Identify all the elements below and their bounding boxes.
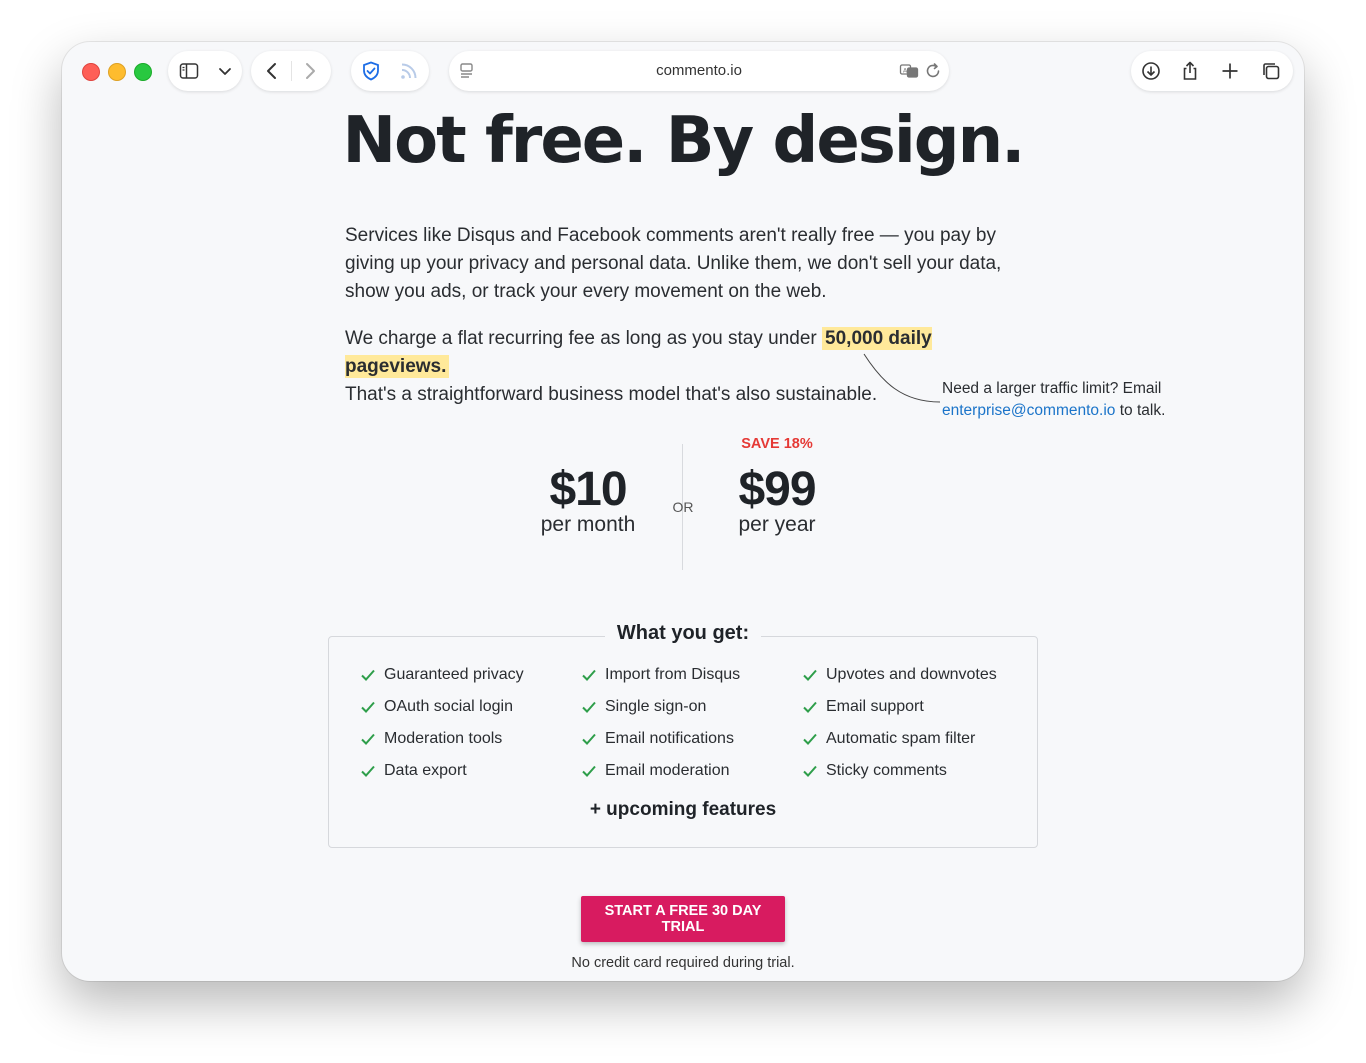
history-nav-group — [251, 51, 331, 91]
check-icon — [361, 669, 375, 681]
check-icon — [803, 733, 817, 745]
features-title-wrap: What you get: — [62, 622, 1304, 645]
feature-item: Email support — [803, 698, 924, 716]
feature-label: Guaranteed privacy — [384, 666, 524, 683]
feature-label: Email support — [826, 698, 924, 715]
nav-divider — [291, 61, 292, 81]
save-badge: SAVE 18% — [741, 436, 813, 452]
check-icon — [361, 765, 375, 777]
feature-item: OAuth social login — [361, 698, 513, 716]
feature-item: Guaranteed privacy — [361, 666, 524, 684]
enterprise-callout: Need a larger traffic limit? Email enter… — [942, 378, 1202, 422]
check-icon — [803, 701, 817, 713]
reload-icon[interactable] — [923, 61, 943, 81]
start-trial-button[interactable]: START A FREE 30 DAY TRIAL — [581, 896, 785, 942]
shield-icon[interactable] — [361, 61, 381, 81]
pricing-paragraph-post: That's a straightforward business model … — [345, 384, 878, 405]
toolbar-actions — [1131, 51, 1293, 91]
feature-label: Sticky comments — [826, 762, 947, 779]
feature-label: OAuth social login — [384, 698, 513, 715]
rss-icon[interactable] — [399, 61, 419, 81]
feature-item: Automatic spam filter — [803, 730, 976, 748]
feature-item: Email moderation — [582, 762, 730, 780]
download-icon[interactable] — [1141, 61, 1161, 81]
extensions-group — [351, 51, 429, 91]
pricing-paragraph-pre: We charge a flat recurring fee as long a… — [345, 328, 823, 349]
close-window-button[interactable] — [82, 63, 100, 81]
callout-connector-line — [863, 353, 941, 403]
feature-label: Email moderation — [605, 762, 730, 779]
share-icon[interactable] — [1180, 61, 1200, 81]
feature-label: Automatic spam filter — [826, 730, 976, 747]
check-icon — [582, 701, 596, 713]
features-title: What you get: — [604, 622, 762, 644]
feature-item: Single sign-on — [582, 698, 707, 716]
yearly-price: $99 per year — [677, 462, 877, 537]
feature-item: Upvotes and downvotes — [803, 666, 997, 684]
monthly-label: per month — [540, 513, 636, 536]
tab-overview-icon[interactable] — [1261, 61, 1281, 81]
feature-item: Email notifications — [582, 730, 734, 748]
zoom-window-button[interactable] — [134, 63, 152, 81]
upcoming-features: + upcoming features — [589, 799, 777, 820]
feature-label: Data export — [384, 762, 467, 779]
check-icon — [361, 701, 375, 713]
forward-icon[interactable] — [300, 61, 320, 81]
chevron-down-icon[interactable] — [215, 61, 235, 81]
feature-label: Import from Disqus — [605, 666, 741, 683]
callout-text-post: to talk. — [1115, 402, 1166, 419]
intro-paragraph: Services like Disqus and Facebook commen… — [345, 225, 1002, 302]
minimize-window-button[interactable] — [108, 63, 126, 81]
monthly-price: $10 per month — [488, 462, 688, 537]
feature-item: Import from Disqus — [582, 666, 741, 684]
feature-label: Moderation tools — [384, 730, 503, 747]
sidebar-toggle-group — [168, 51, 242, 91]
yearly-amount: $99 — [738, 463, 816, 516]
address-url: commento.io — [656, 62, 742, 79]
no-credit-card-note: No credit card required during trial. — [571, 955, 795, 971]
feature-item: Sticky comments — [803, 762, 947, 780]
check-icon — [803, 765, 817, 777]
check-icon — [803, 669, 817, 681]
monthly-amount: $10 — [549, 463, 627, 516]
feature-label: Upvotes and downvotes — [826, 666, 997, 683]
feature-label: Single sign-on — [605, 698, 707, 715]
feature-item: Data export — [361, 762, 467, 780]
translate-icon[interactable]: A — [899, 61, 919, 81]
page-headline: Not free. By design. — [342, 104, 1026, 178]
browser-window: commento.io A Not free. By design. Servi… — [62, 42, 1304, 981]
feature-label: Email notifications — [605, 730, 734, 747]
feature-item: Moderation tools — [361, 730, 503, 748]
check-icon — [361, 733, 375, 745]
check-icon — [582, 669, 596, 681]
check-icon — [582, 733, 596, 745]
sidebar-icon[interactable] — [179, 61, 199, 81]
enterprise-email-link[interactable]: enterprise@commento.io — [942, 402, 1115, 419]
address-bar[interactable]: commento.io A — [449, 51, 949, 91]
callout-text: Need a larger traffic limit? Email — [942, 380, 1162, 397]
back-icon[interactable] — [262, 61, 282, 81]
check-icon — [582, 765, 596, 777]
new-tab-icon[interactable] — [1220, 61, 1240, 81]
yearly-label: per year — [738, 513, 816, 536]
